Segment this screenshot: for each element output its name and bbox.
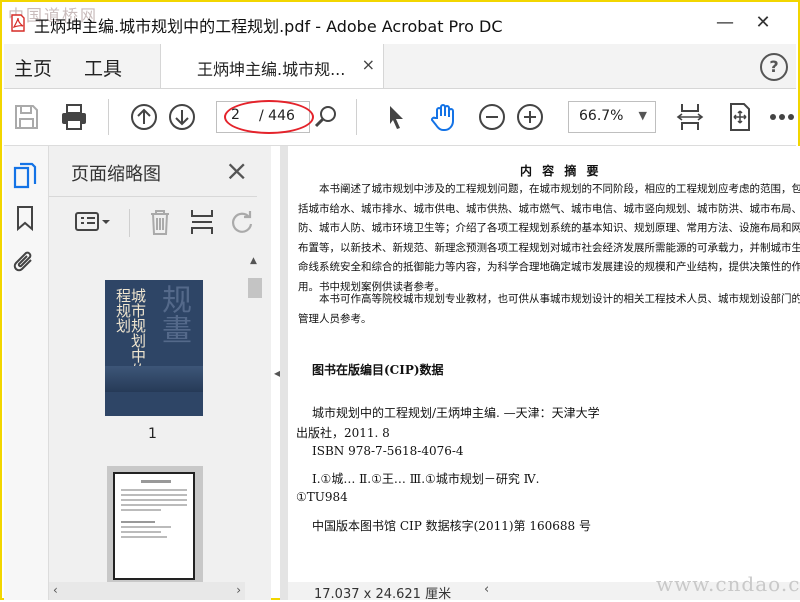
cip-line: 出版社，2011. 8 — [296, 426, 390, 440]
page-size-label: 17.037 x 24.621 厘米 — [314, 587, 452, 602]
thumbnail-page-2-preview — [113, 472, 195, 580]
scrollbar-thumb[interactable] — [248, 278, 262, 298]
thumbnail-page-number: 1 — [148, 426, 157, 442]
red-highlight-annotation — [224, 100, 314, 134]
zoom-search-icon[interactable] — [310, 101, 342, 133]
close-panel-icon[interactable]: × — [225, 154, 248, 187]
app-window: 中国道桥网 王炳坤主编.城市规划中的工程规划.pdf - Adobe Acrob… — [0, 0, 800, 602]
zoom-out-icon[interactable] — [476, 101, 508, 133]
close-window-button[interactable]: ✕ — [748, 10, 778, 36]
thumbnail-page-1[interactable]: 规畫 城市规划中的工程规划 — [105, 280, 203, 416]
zoom-value: 66.7% — [579, 108, 624, 124]
page-thumbnails-icon[interactable] — [12, 162, 38, 190]
next-page-icon[interactable] — [166, 101, 198, 133]
thumbnail-page-2[interactable] — [107, 466, 203, 582]
toolbar: 2 / 446 66.7% ▼ — [4, 89, 796, 146]
document-view[interactable]: 内 容 摘 要 本书阐述了城市规划中涉及的工程规划问题，在城市规划的不同阶段，相… — [280, 146, 800, 602]
bookmark-icon[interactable] — [12, 204, 38, 232]
chevron-down-icon: ▼ — [638, 109, 647, 122]
document-tab-label: 王炳坤主编.城市规... — [197, 60, 346, 79]
panel-toolbar — [49, 196, 257, 249]
more-options-icon[interactable] — [766, 101, 798, 133]
delete-page-icon[interactable] — [145, 207, 175, 237]
thumbnail-horizontal-scrollbar[interactable]: ‹ › — [49, 582, 245, 600]
panel-title: 页面缩略图 — [71, 164, 161, 185]
left-navigation-rail — [4, 146, 49, 600]
menu-tab-bar: 主页 工具 王炳坤主编.城市规... × ? — [4, 44, 796, 89]
cip-line: 中国版本图书馆 CIP 数据核字(2011)第 160688 号 — [312, 519, 591, 533]
toolbar-divider — [356, 99, 357, 135]
panel-divider — [129, 209, 130, 237]
document-tab[interactable]: 王炳坤主编.城市规... × — [160, 44, 384, 88]
insert-page-icon[interactable] — [187, 207, 217, 237]
hand-tool-icon[interactable] — [428, 101, 460, 133]
minimize-button[interactable]: — — [710, 10, 740, 36]
scroll-left-icon[interactable]: ‹ — [484, 582, 489, 597]
thumbnail-options-icon[interactable] — [73, 207, 113, 237]
abstract-title: 内 容 摘 要 — [520, 164, 602, 178]
close-tab-icon[interactable]: × — [362, 55, 375, 74]
print-icon[interactable] — [58, 101, 90, 133]
cip-line: ①TU984 — [296, 490, 348, 504]
window-title: 王炳坤主编.城市规划中的工程规划.pdf - Adobe Acrobat Pro… — [34, 17, 503, 36]
attachment-icon[interactable] — [12, 248, 38, 276]
abstract-paragraph-2: 本书可作高等院校城市规划专业教材，也可供从事城市规划设计的相关工程技术人员、城市… — [298, 293, 800, 325]
title-bar: 中国道桥网 王炳坤主编.城市规划中的工程规划.pdf - Adobe Acrob… — [4, 4, 796, 42]
menu-home[interactable]: 主页 — [14, 54, 52, 81]
select-cursor-icon[interactable] — [380, 101, 412, 133]
thumbnail-panel: 页面缩略图 × 规畫 城市规划中的工程规划 1 ▲ ‹ › — [49, 146, 271, 600]
cover-calligraphy: 规畫 — [156, 284, 191, 344]
abstract-paragraph-1: 本书阐述了城市规划中涉及的工程规划问题，在城市规划的不同阶段，相应的工程规划应考… — [298, 183, 800, 293]
cover-skyline — [105, 366, 203, 392]
cip-line: ISBN 978-7-5618-4076-4 — [312, 444, 464, 458]
cip-line: Ⅰ.①城… Ⅱ.①王… Ⅲ.①城市规划－研究 Ⅳ. — [312, 472, 540, 486]
full-screen-icon[interactable] — [724, 101, 756, 133]
cip-line: 城市规划中的工程规划/王炳坤主编. —天津：天津大学 — [312, 406, 600, 420]
toolbar-divider — [108, 99, 109, 135]
help-button[interactable]: ? — [760, 53, 788, 81]
rotate-page-icon[interactable] — [227, 207, 257, 237]
zoom-in-icon[interactable] — [514, 101, 546, 133]
zoom-dropdown[interactable]: 66.7% ▼ — [568, 101, 656, 133]
acrobat-app-icon — [11, 14, 25, 32]
fit-page-icon[interactable] — [674, 101, 706, 133]
watermark-bottom: www.cndao.com — [656, 572, 800, 596]
menu-tools[interactable]: 工具 — [84, 54, 122, 81]
thumbnail-vertical-scrollbar[interactable]: ▲ — [246, 250, 264, 582]
cip-title: 图书在版编目(CIP)数据 — [312, 363, 444, 377]
thumbnail-list[interactable]: 规畫 城市规划中的工程规划 1 — [49, 250, 255, 582]
pdf-page: 内 容 摘 要 本书阐述了城市规划中涉及的工程规划问题，在城市规划的不同阶段，相… — [288, 146, 800, 582]
previous-page-icon[interactable] — [128, 101, 160, 133]
save-icon[interactable] — [10, 101, 42, 133]
